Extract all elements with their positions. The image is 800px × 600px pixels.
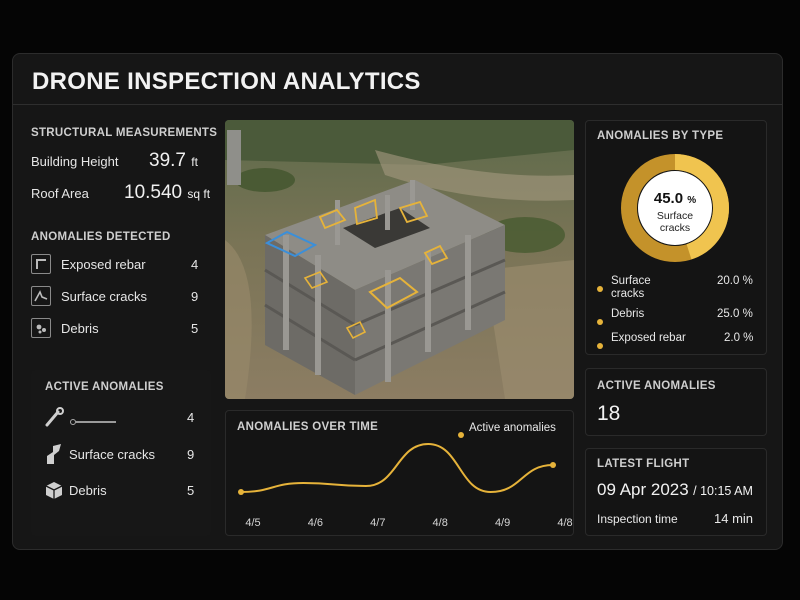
detected-item-label: Debris xyxy=(61,321,99,336)
inspection-time-value: 14 min xyxy=(714,511,754,526)
detected-item-label: Exposed rebar xyxy=(61,257,146,272)
series-line-active-anomalies xyxy=(240,442,554,494)
x-tick-label: 4/6 xyxy=(308,517,323,529)
building-height-label: Building Height xyxy=(31,154,119,169)
latest-flight-title: LATEST FLIGHT xyxy=(597,458,690,470)
active-item-label: Debris xyxy=(69,483,107,498)
measurements-title: STRUCTURAL MEASUREMENTS xyxy=(31,127,218,139)
inspection-time-label: Inspection time xyxy=(597,512,678,526)
data-point xyxy=(238,489,244,495)
anomaly-type-donut xyxy=(620,153,730,263)
crack-icon xyxy=(44,442,66,466)
anomalies-line-chart: 4/5 4/6 4/7 4/8 4/9 4/8 xyxy=(238,442,573,529)
page-title: DRONE INSPECTION ANALYTICS xyxy=(32,68,421,95)
active-item-count: 9 xyxy=(187,447,195,462)
active-item-count: 5 xyxy=(187,483,195,498)
building-height-value: 39.7 ft xyxy=(149,150,198,171)
detected-item-count: 9 xyxy=(191,289,199,304)
x-tick-label: 4/5 xyxy=(245,517,260,529)
active-item-count: 4 xyxy=(187,410,195,425)
legend-label: Exposed rebar xyxy=(611,332,686,344)
legend-value: 25.0 % xyxy=(717,308,753,320)
legend-label: Debris xyxy=(611,308,645,320)
donut-center-value: 45.0 % xyxy=(653,190,697,207)
x-tick-label: 4/9 xyxy=(495,517,510,529)
legend-dot xyxy=(597,312,603,330)
legend-value: 2.0 % xyxy=(724,332,754,344)
header-divider xyxy=(13,104,782,105)
active-anomalies-card-title: ACTIVE ANOMALIES xyxy=(597,380,716,392)
donut-center-label: Surface cracks xyxy=(656,210,694,234)
x-tick-label: 4/8 xyxy=(433,517,448,529)
crack-icon xyxy=(31,286,51,306)
legend-label: Surface cracks xyxy=(611,275,651,300)
roof-area-value: 10.540 sq ft xyxy=(124,182,211,203)
active-anomalies-count: 18 xyxy=(597,402,621,425)
legend-value: 20.0 % xyxy=(717,275,753,287)
rebar-icon xyxy=(31,254,51,274)
wrench-icon xyxy=(44,406,66,428)
detected-item-label: Surface cracks xyxy=(61,289,147,304)
debris-icon xyxy=(31,318,51,338)
drone-aerial-image[interactable] xyxy=(225,120,574,399)
detected-item-count: 4 xyxy=(191,257,199,272)
legend-dot xyxy=(597,336,603,354)
legend-dot xyxy=(597,279,603,297)
anomalies-by-type-title: ANOMALIES BY TYPE xyxy=(597,130,724,142)
active-anomalies-list-title: ACTIVE ANOMALIES xyxy=(45,381,164,393)
detected-item-count: 5 xyxy=(191,321,199,336)
data-point xyxy=(550,462,556,468)
latest-flight-datetime: 09 Apr 2023 / 10:15 AM xyxy=(597,480,753,499)
x-tick-label: 4/8 xyxy=(557,517,572,529)
roof-area-label: Roof Area xyxy=(31,186,89,201)
active-item-label: Surface cracks xyxy=(69,447,155,462)
rebar-line-icon xyxy=(70,412,118,425)
anomalies-detected-title: ANOMALIES DETECTED xyxy=(31,231,171,243)
x-tick-label: 4/7 xyxy=(370,517,385,529)
box-icon xyxy=(44,480,64,500)
